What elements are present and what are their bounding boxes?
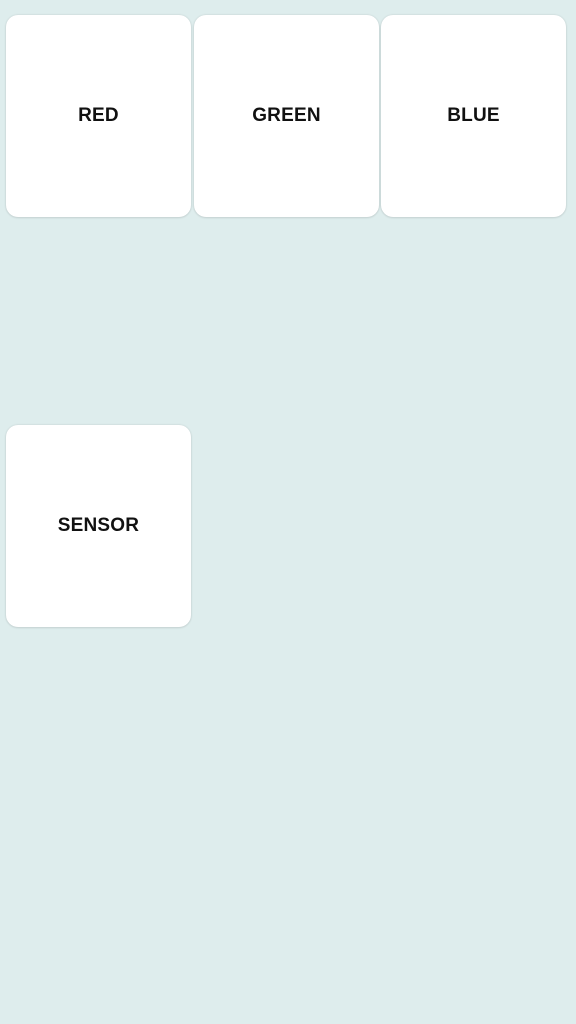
screen: { "colors": { "background": "#deeded", "… <box>0 0 576 1024</box>
blue-button[interactable]: BLUE <box>381 15 566 217</box>
sensor-button[interactable]: SENSOR <box>6 425 191 627</box>
green-button-label: GREEN <box>252 105 321 126</box>
blue-button-label: BLUE <box>447 105 500 126</box>
sensor-button-label: SENSOR <box>57 515 140 536</box>
green-button[interactable]: GREEN <box>194 15 379 217</box>
red-button-label: RED <box>78 105 119 126</box>
red-button[interactable]: RED <box>6 15 191 217</box>
